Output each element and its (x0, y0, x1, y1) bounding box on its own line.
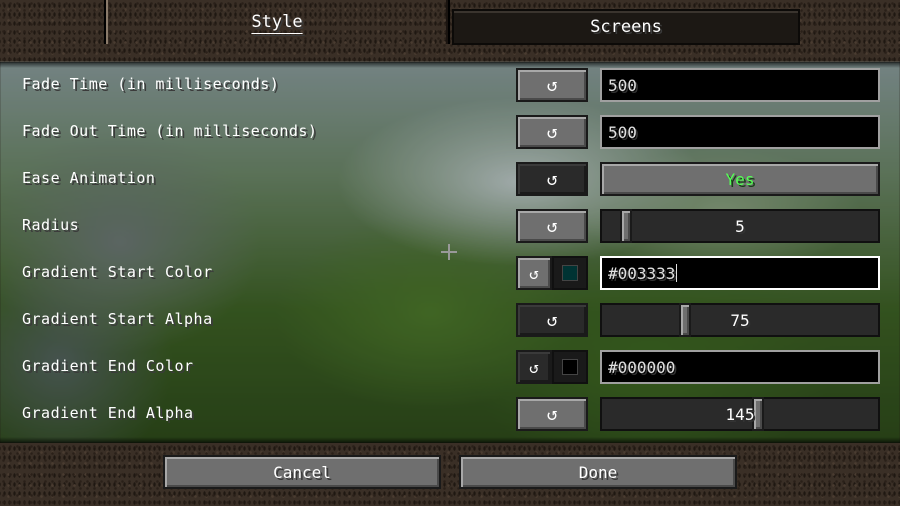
gradient-start-alpha-value: 75 (730, 310, 750, 330)
gradient-start-alpha-slider[interactable]: 75 (600, 303, 880, 337)
footer-bar (0, 443, 900, 506)
done-button[interactable]: Done (459, 455, 737, 489)
crosshair-icon (441, 244, 457, 260)
fade-time-reset-button[interactable]: ↺ (516, 68, 588, 102)
gradient-end-color-reset-button[interactable]: ↺ (516, 350, 552, 384)
gradient-end-color-picker[interactable] (552, 350, 588, 384)
gradient-end-alpha-slider[interactable]: 145 (600, 397, 880, 431)
fade-time-input[interactable]: 500 (600, 68, 880, 102)
gradient-end-color-input[interactable]: #000000 (600, 350, 880, 384)
ease-animation-value: Yes (725, 169, 755, 189)
gradient-end-color-value: #000000 (608, 357, 676, 377)
gradient-start-color-input[interactable]: #003333 (600, 256, 880, 290)
gradient-end-alpha-label: Gradient End Alpha (22, 404, 194, 422)
reset-arrow-icon: ↺ (546, 215, 558, 237)
radius-slider-handle[interactable] (620, 209, 633, 243)
gradient-start-alpha-label: Gradient Start Alpha (22, 310, 213, 328)
gradient-end-alpha-value: 145 (725, 404, 755, 424)
gradient-end-color-swatch (562, 359, 578, 375)
radius-label: Radius (22, 216, 80, 234)
fade-out-time-reset-button[interactable]: ↺ (516, 115, 588, 149)
gradient-start-color-reset-button[interactable]: ↺ (516, 256, 552, 290)
gradient-end-color-label: Gradient End Color (22, 357, 194, 375)
reset-arrow-icon: ↺ (546, 121, 558, 143)
fade-time-value: 500 (608, 75, 637, 95)
ease-animation-label: Ease Animation (22, 169, 156, 187)
radius-slider[interactable]: 5 (600, 209, 880, 243)
reset-arrow-icon: ↺ (546, 168, 558, 190)
cancel-button[interactable]: Cancel (163, 455, 441, 489)
cancel-button-label: Cancel (273, 462, 331, 482)
fade-out-time-input[interactable]: 500 (600, 115, 880, 149)
fade-out-time-label: Fade Out Time (in milliseconds) (22, 122, 318, 140)
ease-animation-toggle[interactable]: Yes (600, 162, 880, 196)
fade-time-label: Fade Time (in milliseconds) (22, 75, 280, 93)
text-caret (676, 264, 678, 282)
gradient-start-alpha-reset-button[interactable]: ↺ (516, 303, 588, 337)
fade-out-time-value: 500 (608, 122, 637, 142)
reset-arrow-icon: ↺ (529, 357, 539, 377)
reset-arrow-icon: ↺ (546, 403, 558, 425)
gradient-start-color-swatch (562, 265, 578, 281)
tab-style-label: Style (251, 12, 303, 32)
gradient-start-color-label: Gradient Start Color (22, 263, 213, 281)
gradient-end-alpha-reset-button[interactable]: ↺ (516, 397, 588, 431)
tab-style[interactable]: Style (104, 0, 450, 44)
radius-value: 5 (735, 216, 745, 236)
gradient-start-color-picker[interactable] (552, 256, 588, 290)
radius-reset-button[interactable]: ↺ (516, 209, 588, 243)
tab-screens[interactable]: Screens (452, 9, 800, 45)
reset-arrow-icon: ↺ (546, 309, 558, 331)
gradient-start-color-value: #003333 (608, 263, 676, 283)
gradient-start-alpha-slider-handle[interactable] (678, 303, 691, 337)
ease-animation-reset-button[interactable]: ↺ (516, 162, 588, 196)
reset-arrow-icon: ↺ (529, 263, 539, 283)
done-button-label: Done (578, 462, 618, 482)
tab-screens-label: Screens (590, 17, 662, 37)
reset-arrow-icon: ↺ (546, 74, 558, 96)
